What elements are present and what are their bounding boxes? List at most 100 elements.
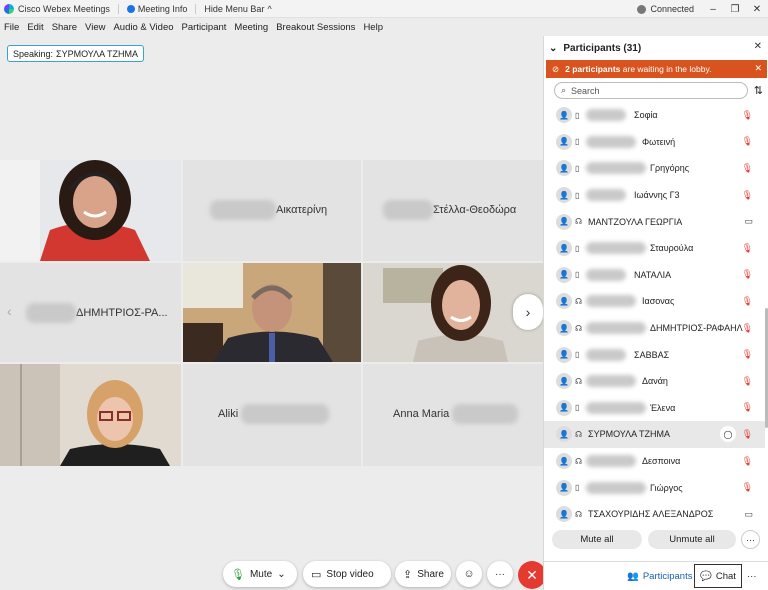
muted-microphone-icon[interactable]: 🎙 <box>742 482 753 493</box>
muted-microphone-icon[interactable]: 🎙 <box>742 163 753 174</box>
participant-row[interactable]: 👤 ▯ Έλενα 🎙 <box>544 395 765 422</box>
chat-tab[interactable]: 💬 Chat <box>694 564 742 588</box>
muted-microphone-icon[interactable]: 🎙 <box>742 402 753 413</box>
close-window-button[interactable]: ✕ <box>746 4 768 15</box>
panel-more-button[interactable]: ··· <box>741 530 760 549</box>
menu-share[interactable]: Share <box>48 22 81 33</box>
panel-footer: 👥 Participants 💬 Chat ··· <box>544 561 768 590</box>
previous-page-icon[interactable]: ‹ <box>7 303 12 319</box>
share-button[interactable]: ⇪ Share <box>395 561 451 587</box>
participant-row[interactable]: 👤 ☊ Ιασονας 🎙 <box>544 288 765 315</box>
menu-meeting[interactable]: Meeting <box>230 22 272 33</box>
phone-icon: ▯ <box>575 270 580 280</box>
muted-microphone-icon[interactable]: 🎙 <box>742 190 753 201</box>
participant-row[interactable]: 👤 ☊ ΜΑΝΤΖΟΥΛΑ ΓΕΩΡΓΙΑ ▭ <box>544 208 765 235</box>
menu-audio-video[interactable]: Audio & Video <box>109 22 177 33</box>
hide-menu-bar-button[interactable]: Hide Menu Bar ^ <box>204 4 271 14</box>
muted-microphone-icon[interactable]: 🎙 <box>742 376 753 387</box>
muted-microphone-icon[interactable]: 🎙 <box>742 429 753 440</box>
close-icon[interactable]: ✕ <box>754 63 762 74</box>
video-tile[interactable]: Anna Maria <box>363 364 543 466</box>
search-icon: ⌕ <box>561 85 567 95</box>
unmute-all-button[interactable]: Unmute all <box>648 530 736 549</box>
participant-row[interactable]: 👤 ▯ Σταυρούλα 🎙 <box>544 235 765 262</box>
phone-icon: ▯ <box>575 137 580 147</box>
participants-tab-label: Participants <box>642 570 693 582</box>
menu-participant[interactable]: Participant <box>178 22 231 33</box>
muted-microphone-icon[interactable]: 🎙 <box>742 349 753 360</box>
reactions-button[interactable]: ☺ <box>456 561 482 587</box>
muted-microphone-icon[interactable]: 🎙 <box>742 296 753 307</box>
video-tile[interactable] <box>183 263 361 362</box>
avatar-icon: 👤 <box>556 373 572 390</box>
collapse-icon[interactable]: ⌄ <box>549 43 557 54</box>
participant-row[interactable]: 👤 ▯ Γιώργος 🎙 <box>544 474 765 501</box>
participant-row[interactable]: 👤 ▯ Σοφία 🎙 <box>544 102 765 129</box>
end-meeting-button[interactable]: ✕ <box>518 561 546 589</box>
participant-row[interactable]: 👤 ▯ Φωτεινή 🎙 <box>544 129 765 156</box>
share-icon: ⇪ <box>403 568 413 581</box>
phone-icon: ▯ <box>575 190 580 200</box>
video-tile[interactable] <box>0 364 181 466</box>
video-tile[interactable]: Στέλλα-Θεοδώρα <box>363 160 543 261</box>
video-tile[interactable]: Αικατερίνη <box>183 160 361 261</box>
participant-row[interactable]: 👤 ☊ ΤΣΑΧΟΥΡΙΔΗΣ ΑΛΕΞΑΝΔΡΟΣ ▭ <box>544 501 765 528</box>
participant-row[interactable]: 👤 ☊ ΣΥΡΜΟΥΛΑ ΤΖΗΜΑ ◯ 🎙 <box>544 421 765 448</box>
participant-name: Δεσποινα <box>642 456 681 467</box>
next-page-button[interactable]: › <box>513 294 543 330</box>
panel-header: ⌄ Participants (31) <box>544 36 768 60</box>
close-panel-button[interactable]: ✕ <box>754 41 762 52</box>
chat-bubble-icon[interactable]: ◯ <box>720 426 736 443</box>
participant-row[interactable]: 👤 ☊ ΔΗΜΗΤΡΙΟΣ-ΡΑΦΑΗΛ 🎙 <box>544 315 765 342</box>
video-camera-icon: ▭ <box>744 508 753 519</box>
menu-view[interactable]: View <box>81 22 109 33</box>
participant-row[interactable]: 👤 ▯ Γρηγόρης 🎙 <box>544 155 765 182</box>
more-options-button[interactable]: ··· <box>487 561 513 587</box>
participant-name: Στέλλα-Θεοδώρα <box>383 200 516 220</box>
redacted-text <box>586 135 636 148</box>
menu-help[interactable]: Help <box>359 22 387 33</box>
muted-microphone-icon[interactable]: 🎙 <box>742 136 753 147</box>
participant-row[interactable]: 👤 ▯ ΣΑΒΒΑΣ 🎙 <box>544 341 765 368</box>
app-title: Cisco Webex Meetings <box>0 3 110 14</box>
meeting-info-button[interactable]: Meeting Info <box>126 4 187 14</box>
video-tile[interactable]: › <box>363 263 543 362</box>
muted-microphone-icon[interactable]: 🎙 <box>742 269 753 280</box>
avatar-icon: 👤 <box>556 107 572 124</box>
chevron-up-icon: ^ <box>267 3 272 14</box>
video-tile[interactable]: Aliki <box>183 364 361 466</box>
chevron-down-icon[interactable]: ⌄ <box>277 569 285 580</box>
avatar-icon: 👤 <box>556 399 572 416</box>
menu-file[interactable]: File <box>0 22 23 33</box>
participant-row[interactable]: 👤 ▯ Ιωάννης Γ3 🎙 <box>544 182 765 209</box>
participant-name-text: Anna Maria <box>393 408 450 420</box>
app-name: Cisco Webex Meetings <box>18 3 110 14</box>
footer-more-button[interactable]: ··· <box>742 564 762 588</box>
lobby-notification[interactable]: ⊘ 2 participants are waiting in the lobb… <box>546 60 767 78</box>
participant-row[interactable]: 👤 ☊ Δανάη 🎙 <box>544 368 765 395</box>
speaking-name: ΣΥΡΜΟΥΛΑ ΤΖΗΜΑ <box>56 48 138 59</box>
muted-microphone-icon[interactable]: 🎙 <box>742 456 753 467</box>
muted-microphone-icon[interactable]: 🎙 <box>742 243 753 254</box>
minimize-button[interactable]: – <box>702 4 724 15</box>
participants-tab[interactable]: 👥 Participants <box>622 564 697 588</box>
restore-button[interactable]: ❐ <box>724 4 746 15</box>
lobby-text: 2 participants are waiting in the lobby. <box>565 64 711 74</box>
video-tile[interactable] <box>0 160 181 261</box>
mute-all-button[interactable]: Mute all <box>552 530 642 549</box>
sort-icon[interactable]: ⇅ <box>754 84 763 97</box>
participant-search[interactable]: ⌕ Search <box>554 82 748 99</box>
redacted-text <box>586 242 646 255</box>
redacted-text <box>586 295 636 308</box>
mute-button[interactable]: 🎙 Mute ⌄ <box>223 561 297 587</box>
menu-breakout-sessions[interactable]: Breakout Sessions <box>272 22 359 33</box>
participant-row[interactable]: 👤 ▯ ΝΑΤΑΛΙΑ 🎙 <box>544 262 765 289</box>
muted-microphone-icon[interactable]: 🎙 <box>742 323 753 334</box>
participants-panel: ⌄ Participants (31) ✕ ⊘ 2 participants a… <box>543 36 768 590</box>
menu-edit[interactable]: Edit <box>23 22 47 33</box>
video-tile[interactable]: ‹ ΔΗΜΗΤΡΙΟΣ-ΡΑ... <box>0 263 181 362</box>
participant-row[interactable]: 👤 ☊ Δεσποινα 🎙 <box>544 448 765 475</box>
avatar-icon: 👤 <box>556 213 572 230</box>
muted-microphone-icon[interactable]: 🎙 <box>742 110 753 121</box>
stop-video-button[interactable]: ▭ Stop video <box>303 561 391 587</box>
